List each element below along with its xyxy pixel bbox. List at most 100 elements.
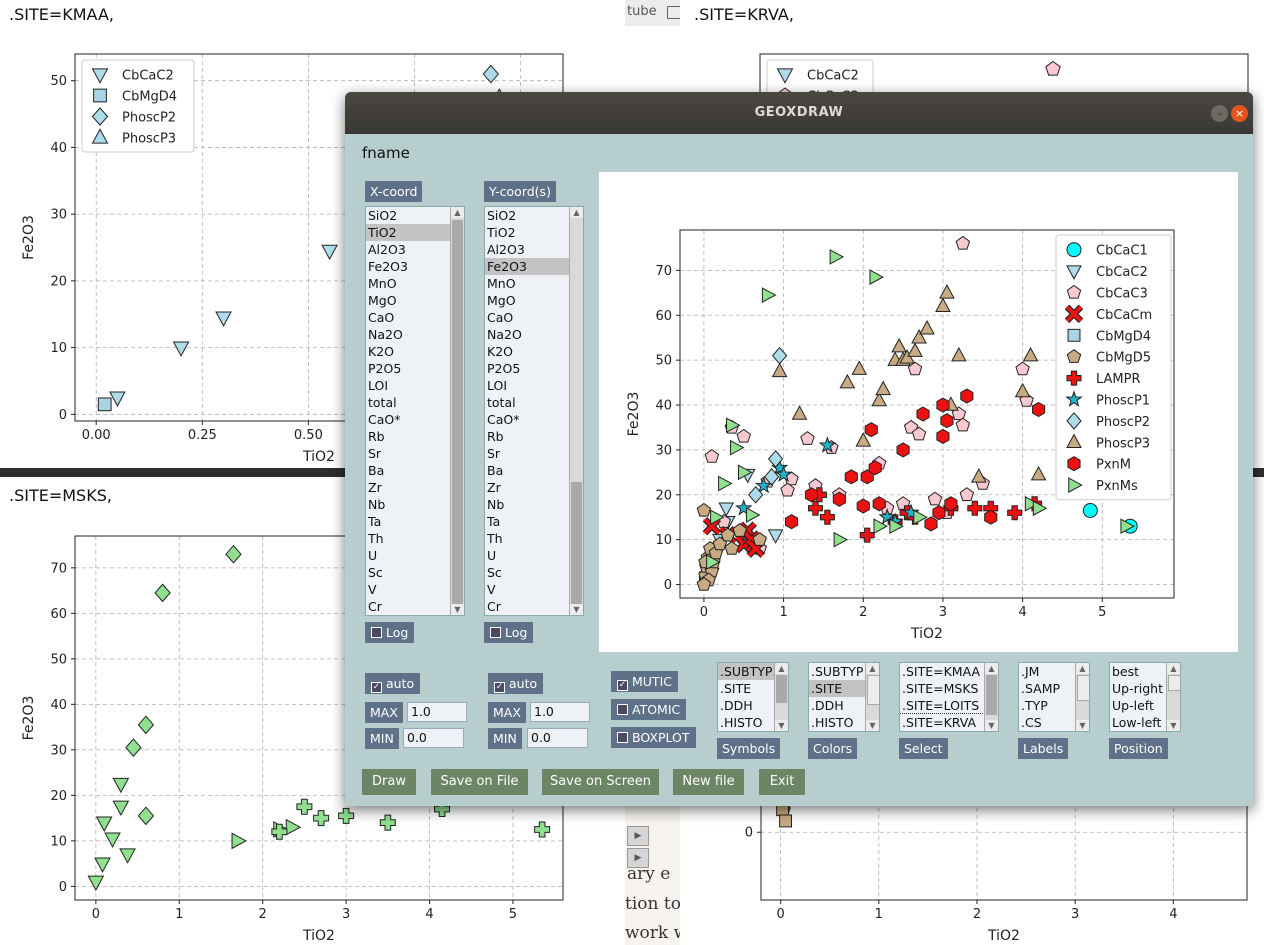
data-point-pxnm [936,428,950,445]
data-point-pxnm [832,491,846,507]
y-auto-checkbox[interactable]: ✓ auto [488,673,544,694]
y-min-label: MIN [488,728,522,749]
data-point-pxnm [868,460,882,476]
draw-button[interactable]: Draw [362,769,416,795]
x-log-checkbox[interactable]: Log [365,622,415,643]
data-point-marker [779,814,792,828]
symbols-label: Symbols [717,738,781,759]
colors-listbox[interactable]: .SUBTYP .SITE .DDH .HISTO ▲ ▼ [808,662,880,732]
data-point-pxnm [856,498,870,514]
x-tick-label: 3 [939,605,947,620]
minimize-button[interactable]: – [1211,105,1228,122]
scroll-thumb[interactable] [452,220,463,610]
scroll-thumb[interactable] [776,675,787,703]
legend-label: PhoscP3 [1096,436,1150,451]
select-scrollbar[interactable]: ▲ ▼ [984,663,998,731]
legend-label: CbCaC2 [807,69,859,84]
scroll-thumb[interactable] [986,675,997,715]
x-tick-label: 0 [776,907,784,922]
scroll-down-icon[interactable]: ▼ [1076,720,1089,731]
data-point-phoscp2 [482,64,500,84]
x-axis-label: TiO2 [302,928,335,944]
scroll-up-icon[interactable]: ▲ [866,663,879,674]
title-bar[interactable]: GEOXDRAW – × [345,92,1253,134]
checkbox-icon [617,704,628,715]
position-listbox[interactable]: best Up-right Up-left Low-left ▲ ▼ [1109,662,1181,732]
scroll-up-icon[interactable]: ▲ [1167,663,1180,674]
scroll-up-icon[interactable]: ▲ [985,663,998,674]
x-tick-label: 1 [175,907,183,922]
data-point-pxnm [940,413,954,429]
new-file-button[interactable]: New file [673,769,744,795]
y-tick-label: 10 [655,533,672,548]
save-on-file-button[interactable]: Save on File [431,769,528,795]
y-axis-label: Fe2O3 [626,392,642,437]
select-listbox[interactable]: .SITE=KMAA .SITE=MSKS .SITE=LOITS .SITE=KRV… [899,662,999,732]
scroll-up-icon[interactable]: ▲ [1076,663,1089,674]
scroll-thumb[interactable] [1077,675,1089,701]
data-point-marker [137,806,155,826]
data-point-lampr [1007,505,1023,521]
data-point-cbcac3 [959,487,975,501]
x-coord-label: X-coord [365,181,423,202]
x-max-input[interactable]: 1.0 [407,702,467,722]
labels-label: Labels [1018,738,1069,759]
side-arrow-button[interactable]: ▶ [627,826,649,846]
y-max-input[interactable]: 1.0 [530,702,590,722]
y-coord-scrollbar[interactable]: ▲ ▼ [569,207,583,615]
x-axis-label: TiO2 [987,928,1020,944]
legend-label: PxnMs [1096,479,1138,494]
colors-scrollbar[interactable]: ▲ ▼ [865,663,879,731]
scroll-down-icon[interactable]: ▼ [775,720,788,731]
data-point-cbcac3 [1015,361,1030,376]
exit-button[interactable]: Exit [759,769,805,795]
legend-label: PhoscP3 [122,132,176,147]
legend-label: CbMgD4 [122,90,177,105]
data-point-cbcac1 [1082,502,1098,518]
data-point-pxnms [833,531,849,548]
data-point-marker [338,807,355,824]
data-point-pxnm [872,496,886,512]
y-log-checkbox[interactable]: Log [484,622,534,643]
data-point-pxnms [718,475,733,492]
x-coord-listbox[interactable]: SiO2 TiO2 Al2O3 Fe2O3 MnO MgO CaO Na2O K2O P2O5 LO… [365,206,465,616]
boxplot-checkbox[interactable]: BOXPLOT [611,727,696,748]
data-point-lampr [859,527,875,543]
y-coord-listbox[interactable]: SiO2 TiO2 Al2O3 Fe2O3 MnO MgO CaO Na2O K2O P2O5 LO… [484,206,584,616]
x-tick-label: 0.50 [294,428,323,443]
labels-listbox[interactable]: .JM .SAMP .TYP .CS ▲ ▼ [1018,662,1090,732]
scroll-thumb[interactable] [867,675,879,705]
scroll-down-icon[interactable]: ▼ [451,604,464,615]
legend-label: PxnM [1096,458,1131,473]
symbols-scrollbar[interactable]: ▲ ▼ [774,663,788,731]
background-file-bar: tube [625,0,680,26]
data-point-phoscp3 [1014,382,1031,398]
scroll-thumb[interactable] [1168,675,1180,691]
atomic-checkbox[interactable]: ATOMIC [611,699,687,720]
scroll-thumb[interactable] [571,482,582,612]
x-auto-checkbox[interactable]: ✓ auto [365,673,421,694]
labels-scrollbar[interactable]: ▲ ▼ [1075,663,1089,731]
y-tick-label: 50 [50,74,67,89]
close-button[interactable]: × [1231,105,1248,122]
position-scrollbar[interactable]: ▲ ▼ [1166,663,1180,731]
x-min-input[interactable]: 0.0 [403,728,464,748]
mutic-checkbox[interactable]: ✓ MUTIC [611,671,678,692]
y-tick-label: 0 [59,408,67,423]
scroll-down-icon[interactable]: ▼ [570,604,583,615]
scroll-up-icon[interactable]: ▲ [775,663,788,674]
checkbox-icon [617,732,628,743]
y-tick-label: 60 [655,309,672,324]
checkbox-checked-icon: ✓ [371,682,382,693]
legend-marker [1066,242,1082,258]
x-coord-scrollbar[interactable]: ▲ ▼ [450,207,464,615]
scroll-down-icon[interactable]: ▼ [985,720,998,731]
symbols-listbox[interactable]: .SUBTYP .SITE .DDH .HISTO ▲ ▼ [717,662,789,732]
scroll-down-icon[interactable]: ▼ [1167,720,1180,731]
scroll-up-icon[interactable]: ▲ [570,207,583,218]
y-min-input[interactable]: 0.0 [527,728,588,748]
scroll-down-icon[interactable]: ▼ [866,720,879,731]
data-point-pxnm [932,505,946,521]
save-on-screen-button[interactable]: Save on Screen [542,769,659,795]
scroll-up-icon[interactable]: ▲ [451,207,464,218]
